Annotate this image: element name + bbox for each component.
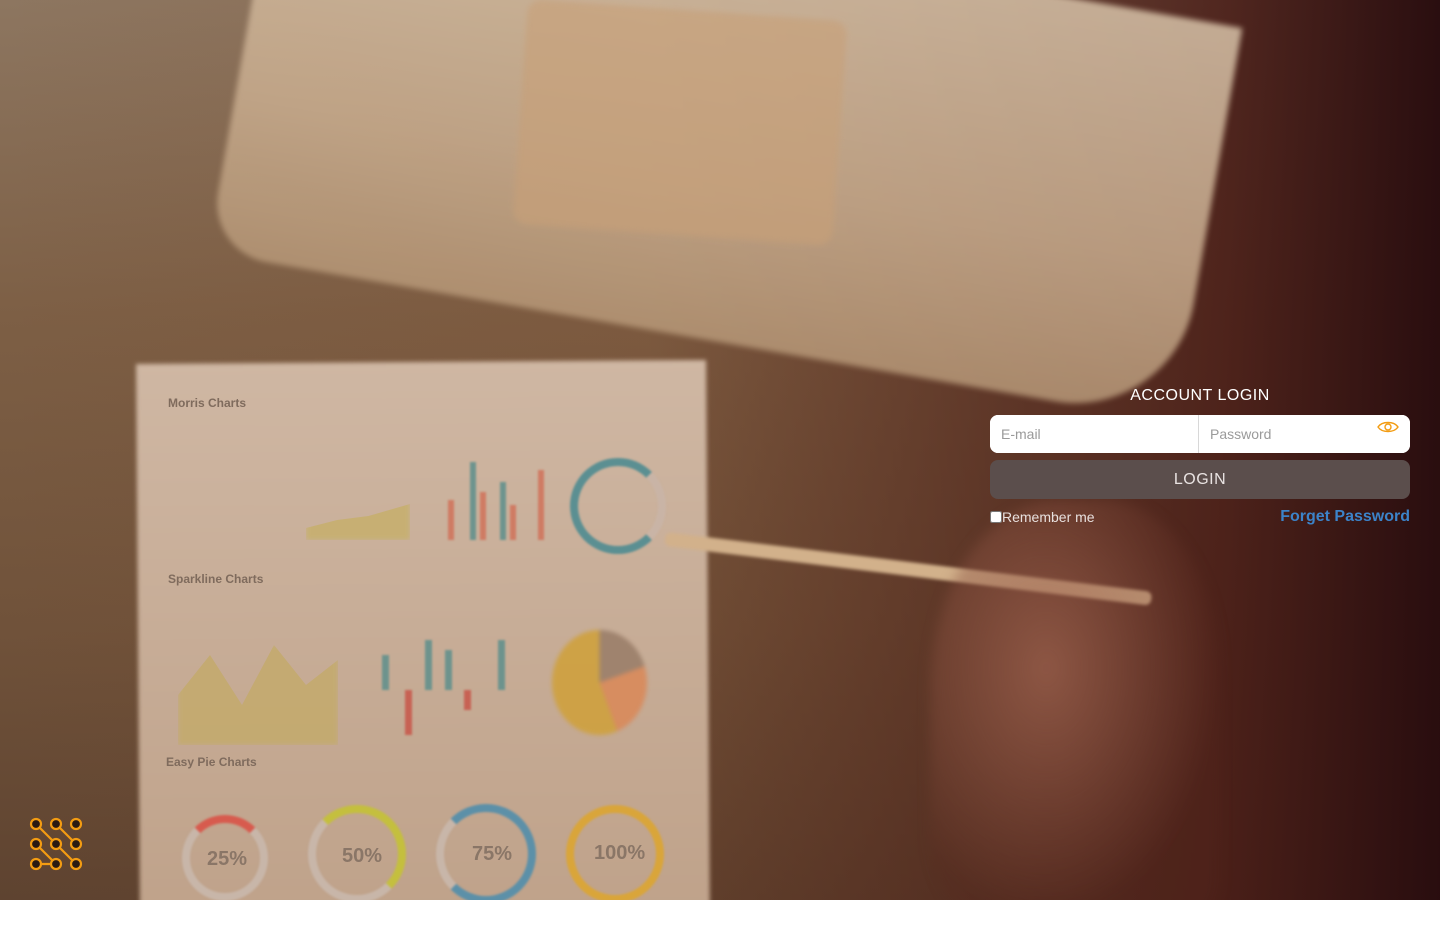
credentials-fields — [990, 415, 1410, 453]
login-button[interactable]: LOGIN — [990, 460, 1410, 499]
pie-75-label: 75% — [472, 843, 513, 865]
printout-sparkbar — [445, 650, 452, 690]
printout-sparkbar — [405, 690, 412, 735]
node-grid-logo-icon[interactable] — [28, 816, 84, 872]
login-form: ACCOUNT LOGIN LOGIN Remember me Forget P… — [990, 384, 1410, 526]
printout-heading-3: Easy Pie Charts — [166, 755, 257, 769]
printout-sparkbar — [425, 640, 432, 690]
eye-icon[interactable] — [1377, 420, 1399, 434]
printout-pie — [552, 630, 647, 735]
printout-donut — [570, 458, 666, 554]
email-input[interactable] — [990, 415, 1199, 453]
forget-password-link[interactable]: Forget Password — [1280, 508, 1410, 526]
printout-bar — [480, 492, 486, 540]
printout-bar — [448, 500, 454, 540]
printout-heading-2: Sparkline Charts — [168, 572, 264, 586]
printout-bar — [538, 470, 544, 540]
laptop-trackpad — [512, 0, 848, 246]
remember-me[interactable]: Remember me — [990, 509, 1095, 525]
pie-50-label: 50% — [342, 845, 383, 867]
pie-100-label: 100% — [594, 842, 646, 864]
printout-bar — [470, 462, 476, 540]
login-options: Remember me Forget Password — [990, 508, 1410, 526]
remember-me-checkbox[interactable] — [990, 511, 1002, 523]
pie-25-label: 25% — [207, 848, 248, 870]
printout-heading-1: Morris Charts — [168, 396, 247, 410]
printout-sparkbar — [498, 640, 505, 690]
password-field — [1199, 415, 1410, 453]
printout-bar — [500, 482, 506, 540]
login-title: ACCOUNT LOGIN — [1130, 387, 1270, 404]
hand-image — [930, 500, 1220, 900]
remember-me-label: Remember me — [1002, 509, 1095, 525]
printout-sparkbar — [382, 655, 389, 690]
printout-bar — [510, 505, 516, 540]
printout-sparkbar — [464, 690, 471, 710]
